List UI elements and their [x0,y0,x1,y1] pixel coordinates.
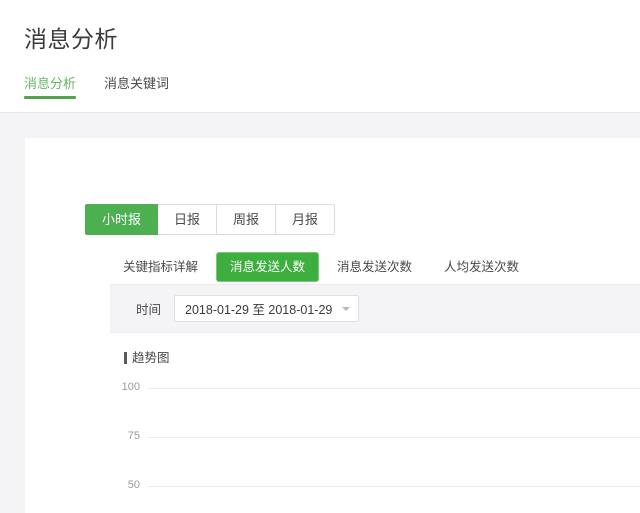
y-axis-tick-50: 50 [110,479,140,492]
period-button-monthly[interactable]: 月报 [276,204,335,235]
page-body: 小时报 日报 周报 月报 关键指标详解 消息发送人数 消息发送次数 人均发送次数… [0,113,640,513]
analysis-card: 小时报 日报 周报 月报 关键指标详解 消息发送人数 消息发送次数 人均发送次数… [25,138,640,513]
metric-tab-key-indicators[interactable]: 关键指标详解 [110,253,211,281]
heading-marker-icon [124,352,127,364]
gridline-50: 50 [110,486,640,487]
primary-nav-tabs: 消息分析 消息关键词 [24,75,197,99]
date-range-label: 时间 [136,299,161,318]
gridline-50-line [147,486,640,487]
trend-chart-title: 趋势图 [132,351,170,365]
trend-chart-plot: 100 75 50 [110,376,640,513]
metric-tab-message-count[interactable]: 消息发送次数 [324,253,425,281]
y-axis-tick-100: 100 [110,381,140,394]
date-range-value: 2018-01-29 至 2018-01-29 [185,299,332,318]
filter-bar: 时间 2018-01-29 至 2018-01-29 [110,284,640,333]
page-header: 消息分析 消息分析 消息关键词 [0,0,640,113]
period-button-hourly[interactable]: 小时报 [85,204,158,235]
page-title: 消息分析 [24,24,118,54]
date-range-picker[interactable]: 2018-01-29 至 2018-01-29 [174,295,359,322]
period-button-daily[interactable]: 日报 [158,204,217,235]
metric-tab-group: 关键指标详解 消息发送人数 消息发送次数 人均发送次数 [110,253,640,281]
chevron-down-icon [342,307,350,311]
period-button-group: 小时报 日报 周报 月报 [85,204,335,235]
tab-message-keywords[interactable]: 消息关键词 [104,75,169,99]
trend-chart-section: 趋势图 100 75 50 [110,334,640,513]
gridline-75-line [147,437,640,438]
tab-message-analysis[interactable]: 消息分析 [24,75,76,99]
trend-chart-heading: 趋势图 [124,351,640,365]
metric-tab-avg-per-person[interactable]: 人均发送次数 [431,253,532,281]
period-button-weekly[interactable]: 周报 [217,204,276,235]
y-axis-tick-75: 75 [110,430,140,443]
metric-tab-sender-count[interactable]: 消息发送人数 [217,253,318,281]
gridline-100-line [147,388,640,389]
gridline-75: 75 [110,437,640,438]
gridline-100: 100 [110,388,640,389]
